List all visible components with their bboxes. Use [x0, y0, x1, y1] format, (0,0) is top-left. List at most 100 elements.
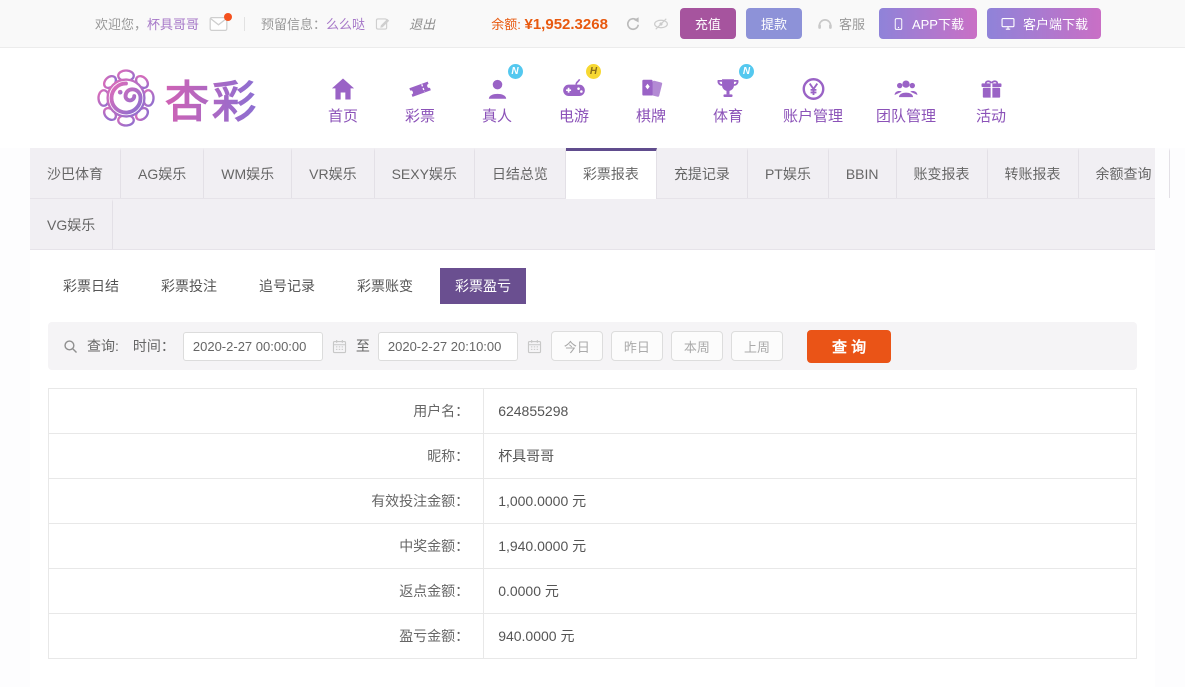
home-icon	[329, 70, 357, 102]
username-link[interactable]: 杯具哥哥	[147, 17, 199, 32]
tab-bbin[interactable]: BBIN	[829, 148, 897, 198]
person-icon: N	[484, 64, 523, 102]
table-row-username: 用户名： 624855298	[47, 388, 1137, 434]
logout-link[interactable]: 退出	[409, 14, 435, 33]
divider	[244, 16, 246, 31]
new-badge: N	[739, 64, 754, 79]
row-value: 624855298	[483, 388, 1137, 434]
topbar-left: 欢迎您，杯具哥哥 预留信息：么么哒 退出	[95, 12, 435, 33]
nav-item-live[interactable]: N 真人	[475, 64, 523, 126]
balance-label: 余额:	[491, 17, 521, 32]
tab-account-change[interactable]: 账变报表	[897, 148, 988, 198]
tab-lottery-report[interactable]: 彩票报表	[565, 148, 657, 199]
customer-service[interactable]: 客服	[816, 14, 865, 33]
cards-icon	[638, 70, 664, 102]
client-download-label: 客户端下载	[1022, 17, 1088, 32]
app-download-button[interactable]: APP下载	[878, 8, 977, 39]
tab-pt[interactable]: PT娱乐	[748, 148, 829, 198]
report-tabs-row-2: VG娱乐	[30, 199, 1155, 250]
report-tabs-row-1: 沙巴体育 AG娱乐 WM娱乐 VR娱乐 SEXY娱乐 日结总览 彩票报表 充提记…	[30, 148, 1170, 199]
row-value: 1,940.0000 元	[483, 523, 1137, 569]
nav-item-boardgames[interactable]: 棋牌	[629, 70, 673, 126]
unread-dot	[224, 12, 233, 21]
nav-item-promotions[interactable]: 活动	[969, 70, 1013, 126]
site-logo[interactable]: 杏彩	[95, 66, 259, 130]
table-row-profit-loss-amount: 盈亏金额： 940.0000 元	[47, 613, 1137, 659]
to-label: 至	[355, 338, 370, 354]
nav-item-account[interactable]: 账户管理	[783, 70, 843, 126]
tab-wm[interactable]: WM娱乐	[204, 148, 293, 198]
tab-vg[interactable]: VG娱乐	[30, 199, 114, 249]
quick-last-week-button[interactable]: 上周	[730, 331, 783, 361]
balance: 余额: ¥1,952.3268	[491, 14, 608, 33]
quick-this-week-button[interactable]: 本周	[670, 331, 723, 361]
table-row-winning-amount: 中奖金额： 1,940.0000 元	[47, 523, 1137, 569]
subtab-lottery-daily[interactable]: 彩票日结	[48, 268, 134, 304]
quick-today-button[interactable]: 今日	[550, 331, 603, 361]
trophy-icon: N	[714, 64, 754, 102]
query-bar: 查询: 时间： 至 今日 昨日 本周 上周 查 询	[48, 322, 1137, 370]
calendar-icon[interactable]	[526, 338, 543, 355]
client-download-button[interactable]: 客户端下载	[986, 8, 1101, 39]
main-nav: 首页 彩票 N 真人 H 电游 棋牌 N 体育 账户管理 团队管理 活动	[321, 64, 1013, 126]
row-value: 940.0000 元	[483, 613, 1137, 659]
row-label: 盈亏金额：	[47, 613, 485, 659]
tab-daily-summary[interactable]: 日结总览	[475, 148, 566, 198]
edit-icon[interactable]	[375, 16, 391, 32]
nav-item-egames[interactable]: H 电游	[552, 64, 601, 126]
subtab-chase-records[interactable]: 追号记录	[244, 268, 330, 304]
time-label: 时间：	[132, 338, 175, 354]
reserved-message: 预留信息：么么哒	[261, 14, 365, 33]
row-label: 有效投注金额：	[47, 478, 485, 524]
welcome-prefix: 欢迎您，	[95, 17, 148, 32]
quick-yesterday-button[interactable]: 昨日	[610, 331, 663, 361]
balance-value: ¥1,952.3268	[524, 16, 608, 33]
yen-coin-icon	[800, 70, 827, 102]
search-button[interactable]: 查 询	[806, 329, 892, 363]
nav-item-team[interactable]: 团队管理	[876, 70, 936, 126]
row-label: 用户名：	[47, 388, 485, 434]
tab-balance-query[interactable]: 余额查询	[1079, 148, 1170, 198]
tab-sexy[interactable]: SEXY娱乐	[375, 148, 475, 198]
phone-icon	[894, 17, 903, 30]
table-row-rebate-amount: 返点金额： 0.0000 元	[47, 568, 1137, 614]
header: 杏彩 首页 彩票 N 真人 H 电游 棋牌 N 体育 账户管理 团队管理 活动	[0, 48, 1185, 148]
nav-item-lottery[interactable]: 彩票	[398, 70, 442, 126]
new-badge: N	[507, 64, 523, 79]
nav-item-home[interactable]: 首页	[321, 70, 365, 126]
calendar-icon[interactable]	[331, 338, 348, 355]
topbar-right: 余额: ¥1,952.3268 充值 提款 客服 APP下载 客户端下载	[491, 8, 1101, 39]
message-value[interactable]: 么么哒	[326, 17, 365, 32]
tab-deposit-withdraw[interactable]: 充提记录	[657, 148, 748, 198]
headset-icon	[818, 18, 832, 29]
refresh-balance-icon[interactable]	[624, 15, 642, 33]
tab-vr[interactable]: VR娱乐	[292, 148, 375, 198]
subtab-lottery-bets[interactable]: 彩票投注	[146, 268, 232, 304]
table-row-nickname: 昵称： 杯具哥哥	[47, 433, 1137, 479]
date-to-input[interactable]	[377, 331, 518, 361]
withdraw-button[interactable]: 提款	[745, 8, 802, 39]
ticket-icon	[406, 70, 434, 102]
query-label: 查询:	[87, 338, 119, 354]
subtab-lottery-profit[interactable]: 彩票盈亏	[440, 268, 526, 304]
profit-table: 用户名： 624855298 昵称： 杯具哥哥 有效投注金额： 1,000.00…	[47, 388, 1137, 659]
tab-ag[interactable]: AG娱乐	[121, 148, 205, 198]
monitor-icon	[1001, 17, 1015, 30]
welcome-text: 欢迎您，杯具哥哥	[95, 14, 199, 33]
date-from-input[interactable]	[182, 331, 323, 361]
logo-emblem-icon	[97, 69, 155, 127]
app-download-label: APP下载	[911, 17, 964, 32]
tab-transfer-report[interactable]: 转账报表	[988, 148, 1079, 198]
mail-icon[interactable]	[209, 12, 233, 32]
topbar: 欢迎您，杯具哥哥 预留信息：么么哒 退出 余额: ¥1,952.3268 充值 …	[0, 0, 1185, 48]
report-panel: 彩票日结 彩票投注 追号记录 彩票账变 彩票盈亏 查询: 时间： 至	[30, 250, 1155, 687]
hide-balance-icon[interactable]	[652, 15, 670, 33]
row-label: 中奖金额：	[47, 523, 485, 569]
nav-item-sports[interactable]: N 体育	[706, 64, 754, 126]
row-value: 杯具哥哥	[483, 433, 1137, 479]
content: 沙巴体育 AG娱乐 WM娱乐 VR娱乐 SEXY娱乐 日结总览 彩票报表 充提记…	[30, 148, 1170, 687]
subtab-lottery-changes[interactable]: 彩票账变	[342, 268, 428, 304]
recharge-button[interactable]: 充值	[679, 8, 736, 39]
tab-shaba-sports[interactable]: 沙巴体育	[30, 148, 121, 198]
brand-name: 杏彩	[165, 66, 259, 130]
